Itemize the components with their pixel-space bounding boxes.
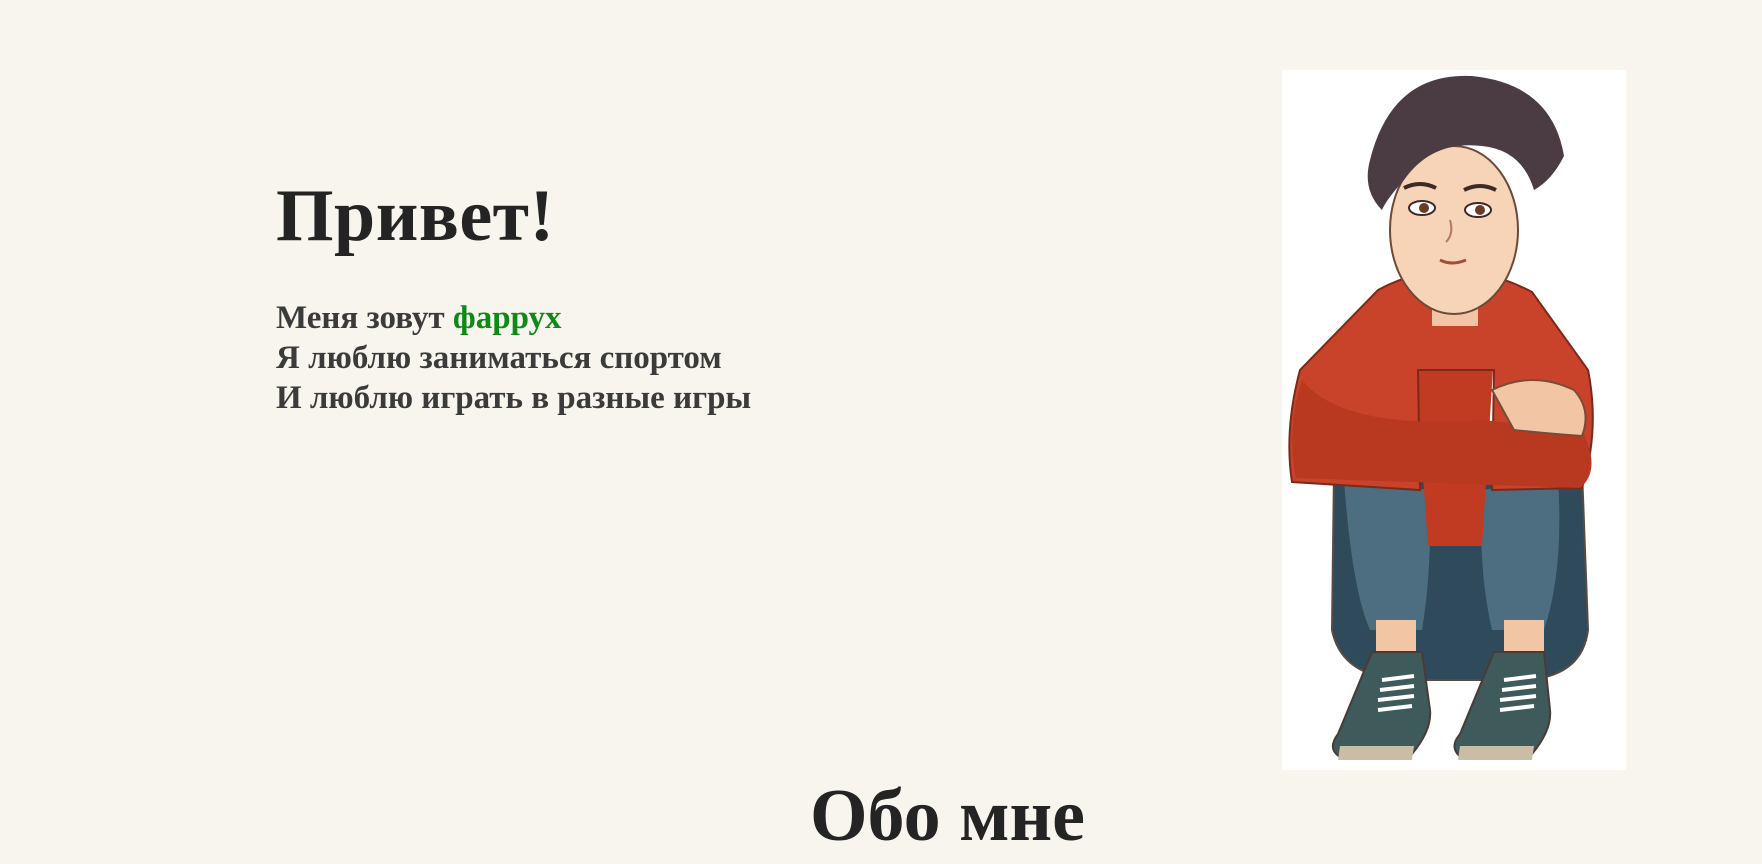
name-highlight: фаррух bbox=[452, 300, 562, 336]
intro-text: Меня зовут фаррух Я люблю заниматься спо… bbox=[276, 298, 751, 418]
intro-line-games: И люблю играть в разные игры bbox=[276, 380, 752, 416]
cartoon-boy-image bbox=[1288, 75, 1594, 760]
about-section-title: Обо мне bbox=[810, 775, 1085, 857]
name-prefix: Меня зовут bbox=[276, 300, 445, 336]
intro-line-name: Меня зовут фаррух bbox=[276, 298, 751, 338]
hero-title: Привет! bbox=[276, 175, 555, 257]
profile-illustration bbox=[1282, 70, 1626, 770]
intro-line-sport: Я люблю заниматься спортом bbox=[276, 340, 722, 376]
page: Привет! Меня зовут фаррух Я люблю занима… bbox=[0, 0, 1762, 864]
